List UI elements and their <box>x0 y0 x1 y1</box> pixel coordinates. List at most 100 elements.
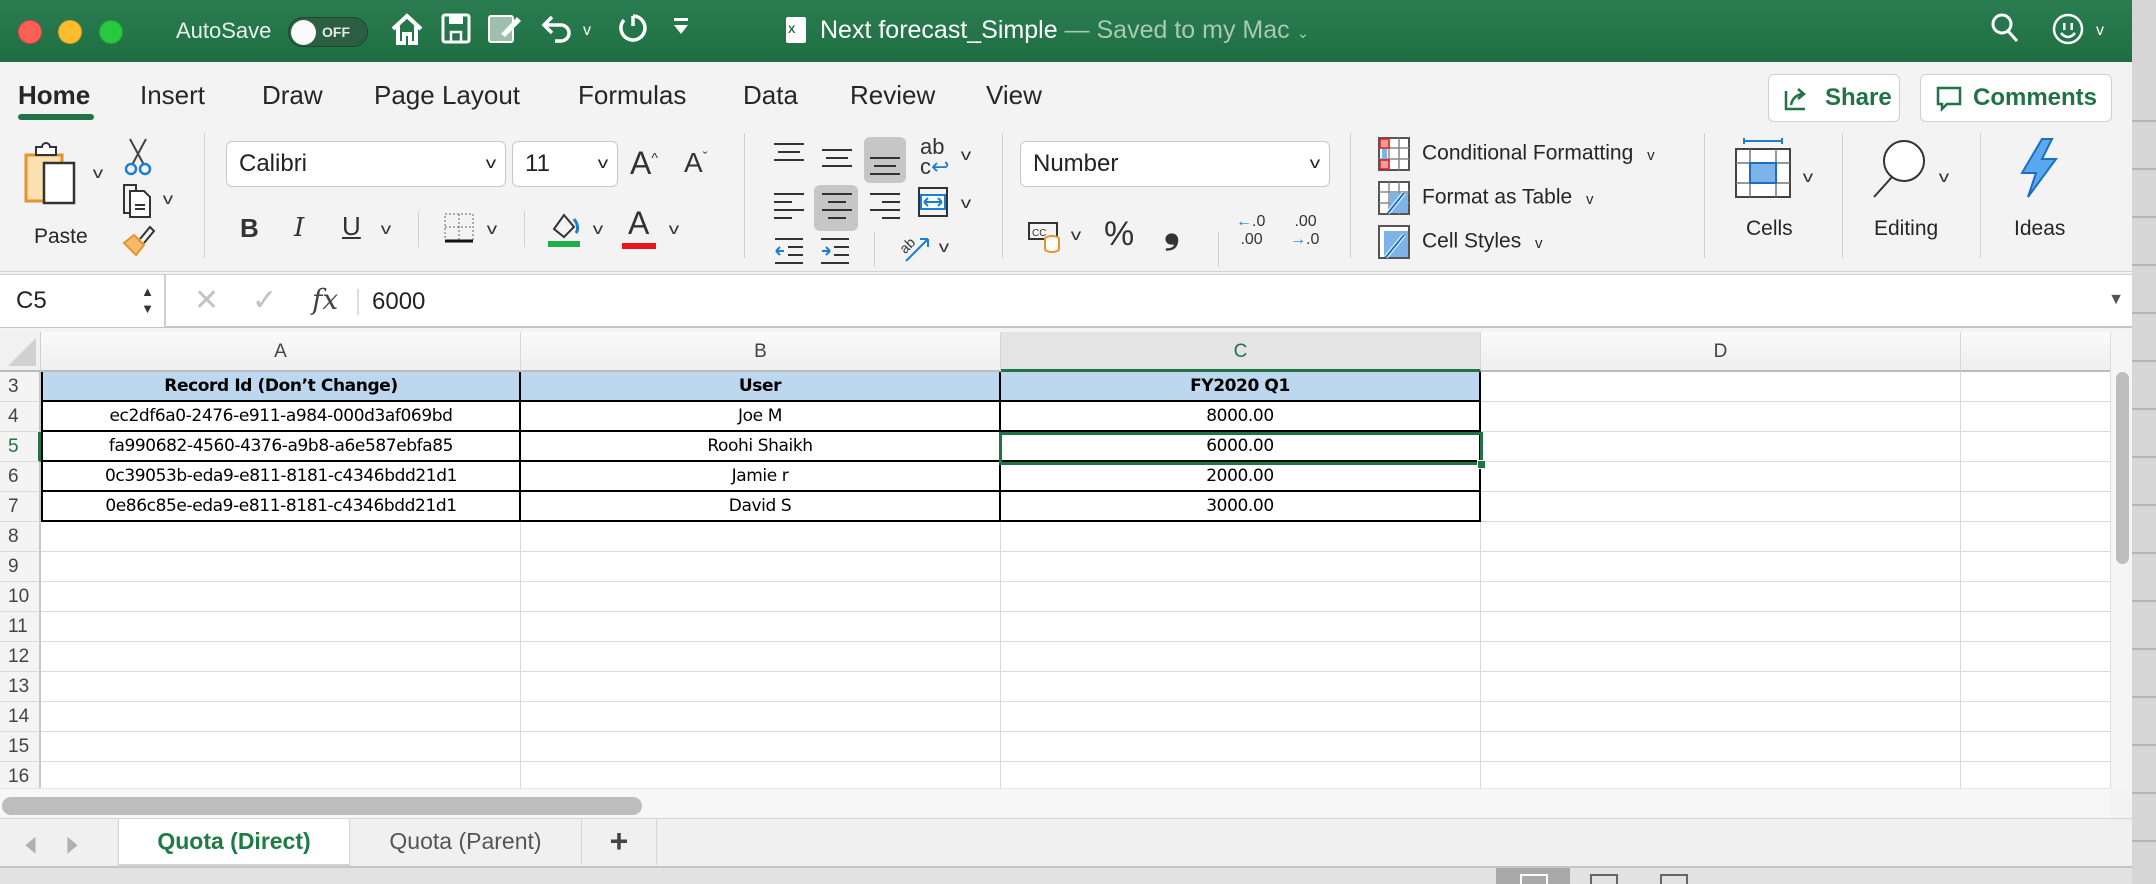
cell-b15[interactable] <box>521 732 1001 762</box>
row-header-5[interactable]: 5 <box>0 432 41 462</box>
tab-view[interactable]: View <box>986 80 1042 111</box>
decrease-indent-button[interactable] <box>774 237 804 270</box>
row-header-3[interactable]: 3 <box>0 372 41 402</box>
cell-b11[interactable] <box>521 612 1001 642</box>
confirm-edit-icon[interactable]: ✓ <box>252 285 277 317</box>
cell-c13[interactable] <box>1001 672 1481 702</box>
cell-e16[interactable] <box>1961 762 2110 788</box>
accounting-format-button[interactable]: CC <box>1028 219 1062 258</box>
row-header-14[interactable]: 14 <box>0 702 41 732</box>
fill-color-button[interactable] <box>548 209 582 252</box>
cell-d5[interactable] <box>1481 432 1961 462</box>
wrap-text-dropdown-icon[interactable]: v <box>961 147 971 165</box>
cell-c6[interactable]: 2000.00 <box>1001 462 1481 492</box>
row-header-7[interactable]: 7 <box>0 492 41 522</box>
autosave-toggle[interactable]: OFF <box>288 17 368 47</box>
name-box[interactable]: C5 ▲ ▼ <box>0 275 166 327</box>
cell-e4[interactable] <box>1961 402 2110 432</box>
cell-d15[interactable] <box>1481 732 1961 762</box>
cell-e8[interactable] <box>1961 522 2110 552</box>
cells-dropdown-icon[interactable]: v <box>1803 169 1813 187</box>
smiley-feedback-icon[interactable] <box>2050 12 2086 50</box>
ideas-button[interactable]: Ideas <box>1996 135 2076 255</box>
fill-color-dropdown-icon[interactable]: v <box>593 221 603 239</box>
cell-b6[interactable]: Jamie r <box>521 462 1001 492</box>
cell-e13[interactable] <box>1961 672 2110 702</box>
cell-a9[interactable] <box>41 552 521 582</box>
decrease-decimal-button[interactable]: .00 →.0 <box>1290 213 1319 249</box>
row-header-6[interactable]: 6 <box>0 462 41 492</box>
horizontal-scroll-thumb[interactable] <box>2 797 642 815</box>
cell-c10[interactable] <box>1001 582 1481 612</box>
fill-handle[interactable] <box>1477 460 1486 469</box>
cell-c4[interactable]: 8000.00 <box>1001 402 1481 432</box>
cell-d10[interactable] <box>1481 582 1961 612</box>
customize-toolbar-icon[interactable] <box>668 12 694 50</box>
tab-review[interactable]: Review <box>850 80 935 111</box>
row-header-4[interactable]: 4 <box>0 402 41 432</box>
name-box-stepper-icon[interactable]: ▲ ▼ <box>141 283 154 317</box>
zoom-window-button[interactable] <box>99 20 123 44</box>
row-header-13[interactable]: 13 <box>0 672 41 702</box>
cell-e9[interactable] <box>1961 552 2110 582</box>
merge-center-button[interactable] <box>918 187 948 222</box>
vertical-scroll-thumb[interactable] <box>2116 372 2129 564</box>
column-header-c[interactable]: C <box>1001 332 1481 372</box>
cell-c7[interactable]: 3000.00 <box>1001 492 1481 522</box>
comments-button[interactable]: Comments <box>1920 74 2112 122</box>
row-header-11[interactable]: 11 <box>0 612 41 642</box>
paste-dropdown-icon[interactable]: v <box>93 165 103 183</box>
row-header-15[interactable]: 15 <box>0 732 41 762</box>
table-header-cell-c3[interactable]: FY2020 Q1 <box>1001 372 1481 402</box>
add-sheet-button[interactable]: + <box>582 819 657 865</box>
editing-dropdown-icon[interactable]: v <box>1939 169 1949 187</box>
cell-a16[interactable] <box>41 762 521 788</box>
cell-a15[interactable] <box>41 732 521 762</box>
cell-c11[interactable] <box>1001 612 1481 642</box>
cell-a11[interactable] <box>41 612 521 642</box>
share-button[interactable]: Share <box>1768 74 1900 122</box>
bold-button[interactable]: B <box>240 215 259 241</box>
cell-b4[interactable]: Joe M <box>521 402 1001 432</box>
cell-e12[interactable] <box>1961 642 2110 672</box>
tab-draw[interactable]: Draw <box>262 80 323 111</box>
orientation-button[interactable]: ab <box>896 227 932 268</box>
cell-d13[interactable] <box>1481 672 1961 702</box>
document-title[interactable]: Next forecast_Simple — Saved to my Mac ⌄ <box>820 16 1309 45</box>
cancel-edit-icon[interactable]: ✕ <box>194 285 219 317</box>
cell-e7[interactable] <box>1961 492 2110 522</box>
borders-dropdown-icon[interactable]: v <box>487 221 497 239</box>
cell-c15[interactable] <box>1001 732 1481 762</box>
row-header-10[interactable]: 10 <box>0 582 41 612</box>
cell-e14[interactable] <box>1961 702 2110 732</box>
cell-styles-button[interactable]: Cell Styles v <box>1378 225 1543 259</box>
wrap-text-button[interactable]: ab c↩ <box>920 136 949 178</box>
italic-button[interactable]: I <box>294 215 304 241</box>
font-color-button[interactable]: A <box>622 207 658 249</box>
increase-font-size-button[interactable]: A^ <box>630 147 658 179</box>
row-header-8[interactable]: 8 <box>0 522 41 552</box>
next-sheet-arrow-icon[interactable]: ▶ <box>67 831 77 857</box>
redo-icon[interactable] <box>614 12 648 50</box>
close-window-button[interactable] <box>18 20 42 44</box>
row-header-9[interactable]: 9 <box>0 552 41 582</box>
editing-button[interactable]: Editing <box>1862 135 1962 255</box>
cell-a4[interactable]: ec2df6a0-2476-e911-a984-000d3af069bd <box>41 402 521 432</box>
cell-d12[interactable] <box>1481 642 1961 672</box>
conditional-formatting-button[interactable]: Conditional Formatting v <box>1378 137 1655 171</box>
cell-b9[interactable] <box>521 552 1001 582</box>
cell-e3[interactable] <box>1961 372 2110 402</box>
percent-style-button[interactable]: % <box>1104 217 1134 251</box>
undo-icon[interactable] <box>540 12 574 50</box>
normal-view-button[interactable] <box>1496 868 1570 884</box>
cell-b5[interactable]: Roohi Shaikh <box>521 432 1001 462</box>
cell-e6[interactable] <box>1961 462 2110 492</box>
vertical-scrollbar[interactable] <box>2110 332 2132 788</box>
tab-data[interactable]: Data <box>743 80 798 111</box>
borders-button[interactable] <box>444 213 474 248</box>
cells-button[interactable]: Cells <box>1720 135 1820 255</box>
cell-c16[interactable] <box>1001 762 1481 788</box>
cell-d6[interactable] <box>1481 462 1961 492</box>
sheet-tab-quota-direct[interactable]: Quota (Direct) <box>118 819 350 865</box>
cell-b10[interactable] <box>521 582 1001 612</box>
